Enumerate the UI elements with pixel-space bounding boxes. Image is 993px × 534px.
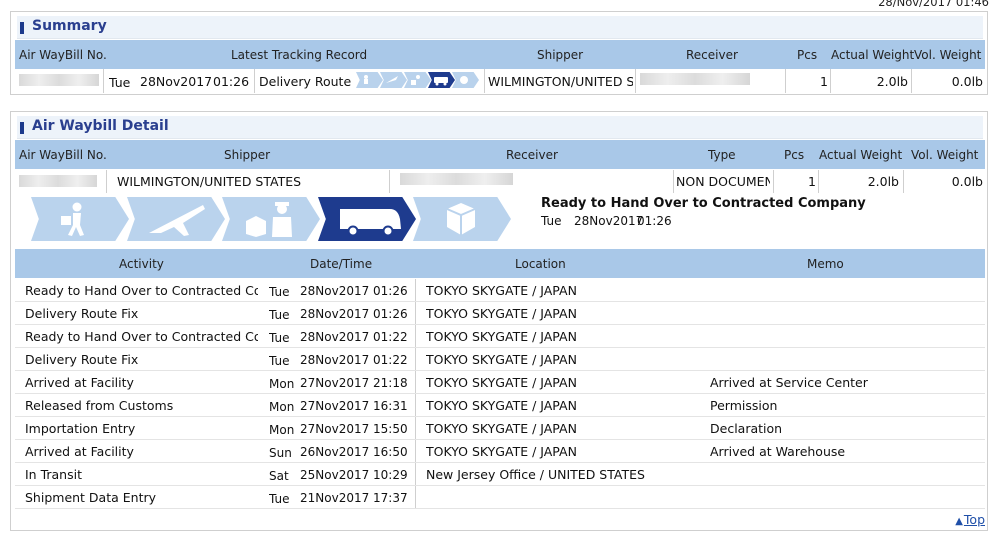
summary-pcs: 1 [820, 74, 828, 89]
receiver-redacted [640, 73, 750, 85]
activity-day: Tue [269, 285, 290, 299]
summary-header-latest: Latest Tracking Record [231, 48, 368, 62]
summary-title-bar: Summary [17, 16, 983, 39]
activity-time: 01:26 [373, 307, 408, 321]
awb-number-redacted[interactable] [19, 74, 99, 86]
detail-header-row: Air WayBill No. Shipper Receiver Type Pc… [15, 140, 985, 169]
page-timestamp: 28/Nov/2017 01:46 [878, 0, 989, 9]
activity-header-location: Location [515, 257, 566, 271]
detail-header-pcs: Pcs [784, 148, 805, 162]
activity-date: 27Nov2017 [300, 399, 370, 413]
activity-day: Mon [269, 377, 295, 391]
detail-vol-weight: 0.0lb [951, 174, 983, 189]
summary-time: 01:26 [213, 74, 250, 89]
activity-time: 17:37 [373, 491, 408, 505]
detail-header-receiver: Receiver [506, 148, 558, 162]
summary-header-actual-weight: Actual Weight [831, 48, 915, 62]
summary-header-awb: Air WayBill No. [19, 48, 107, 62]
summary-title: Summary [32, 18, 107, 34]
customs-officer-icon [404, 72, 431, 88]
up-triangle-icon: ▲ [955, 516, 963, 527]
activity-time: 15:50 [373, 422, 408, 436]
activity-time: 21:18 [373, 376, 408, 390]
activity-header-row: Activity Date/Time Location Memo [15, 249, 985, 278]
activity-date: 27Nov2017 [300, 422, 370, 436]
detail-actual-weight: 2.0lb [867, 174, 899, 189]
activity-day: Tue [269, 331, 290, 345]
awb-number-redacted [19, 175, 97, 187]
summary-status: Delivery Route [259, 74, 352, 89]
detail-title-bar: Air Waybill Detail [17, 116, 983, 139]
current-status-day: Tue [541, 214, 562, 228]
activity-date: 28Nov2017 [300, 353, 370, 367]
activity-day: Sat [269, 469, 289, 483]
detail-pcs: 1 [808, 174, 816, 189]
summary-header-vol-weight: Vol. Weight [914, 48, 982, 62]
detail-header-vol-weight: Vol. Weight [911, 148, 979, 162]
summary-header-receiver: Receiver [686, 48, 738, 62]
delivery-truck-icon [318, 197, 416, 241]
delivery-truck-icon [428, 72, 455, 88]
receiver-redacted [400, 173, 513, 185]
detail-header-type: Type [708, 148, 736, 162]
current-status-date: 28Nov2017 [574, 214, 644, 228]
detail-header-shipper: Shipper [224, 148, 271, 162]
activity-time: 01:26 [373, 284, 408, 298]
title-marker [20, 22, 24, 34]
top-link-label: Top [963, 512, 985, 527]
activity-header-datetime: Date/Time [310, 257, 373, 271]
customs-officer-icon [222, 197, 320, 241]
summary-header-shipper: Shipper [537, 48, 584, 62]
current-status-title: Ready to Hand Over to Contracted Company [541, 196, 866, 211]
title-marker [20, 122, 24, 134]
activity-day: Sun [269, 446, 292, 460]
airplane-icon [127, 197, 225, 241]
summary-header-row: Air WayBill No. Latest Tracking Record S… [15, 40, 985, 69]
detail-shipper: WILMINGTON/UNITED STATES [117, 174, 302, 189]
detail-title: Air Waybill Detail [32, 118, 169, 134]
current-status-time: 01:26 [637, 214, 672, 228]
activity-time: 16:50 [373, 445, 408, 459]
summary-vol-weight: 0.0lb [951, 74, 983, 89]
activity-date: 21Nov2017 [300, 491, 370, 505]
activity-day: Mon [269, 400, 295, 414]
activity-date: 27Nov2017 [300, 376, 370, 390]
summary-shipper: WILMINGTON/UNITED STATES [488, 74, 633, 89]
activity-day: Tue [269, 308, 290, 322]
activity-day: Tue [269, 354, 290, 368]
activity-date: 28Nov2017 [300, 330, 370, 344]
activity-time: 10:29 [373, 468, 408, 482]
detail-type: NON DOCUMENT [676, 174, 770, 189]
activity-date: 28Nov2017 [300, 284, 370, 298]
pickup-person-icon [356, 72, 383, 88]
activity-date: 25Nov2017 [300, 468, 370, 482]
activity-date: 28Nov2017 [300, 307, 370, 321]
activity-day: Tue [269, 492, 290, 506]
detail-header-awb: Air WayBill No. [19, 148, 107, 162]
activity-header-memo: Memo [807, 257, 844, 271]
activity-time: 01:22 [373, 353, 408, 367]
back-to-top-link[interactable]: ▲Top [955, 512, 985, 527]
delivered-box-icon [452, 72, 479, 88]
pickup-person-icon [31, 197, 129, 241]
summary-date: 28Nov2017 [140, 74, 213, 89]
activity-day: Mon [269, 423, 295, 437]
summary-day: Tue [109, 75, 131, 90]
activity-header-activity: Activity [119, 257, 164, 271]
activity-time: 16:31 [373, 399, 408, 413]
airplane-icon [380, 72, 407, 88]
detail-header-actual-weight: Actual Weight [819, 148, 903, 162]
summary-header-pcs: Pcs [797, 48, 818, 62]
activity-time: 01:22 [373, 330, 408, 344]
summary-actual-weight: 2.0lb [876, 74, 908, 89]
activity-date: 26Nov2017 [300, 445, 370, 459]
delivered-box-icon [413, 197, 511, 241]
